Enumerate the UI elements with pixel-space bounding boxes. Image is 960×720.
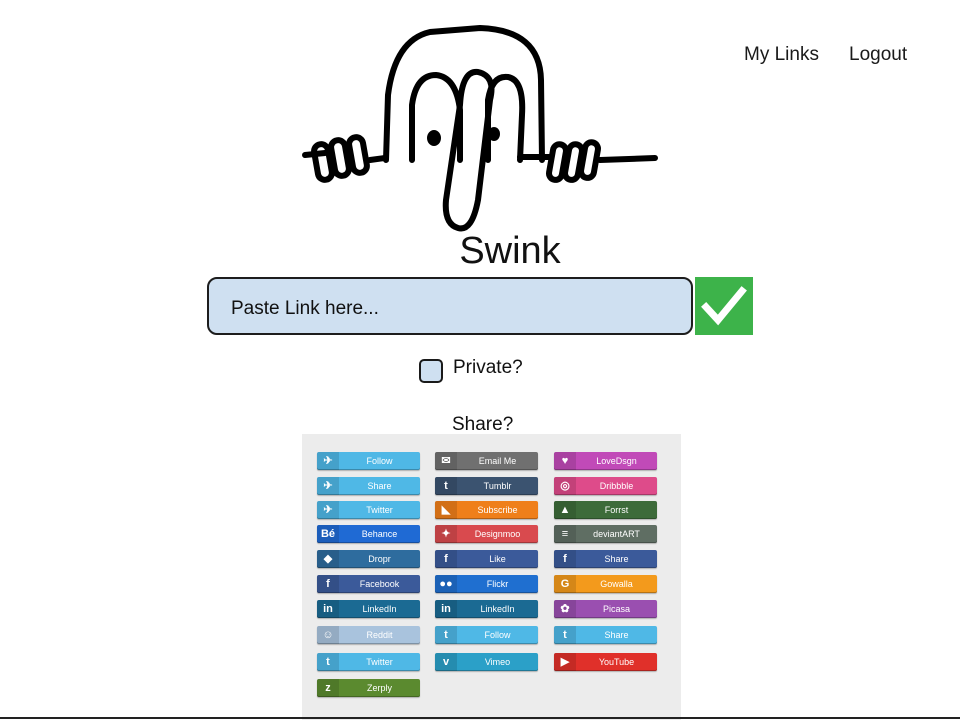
tumblr-icon: t <box>435 477 457 495</box>
twitter-bird-icon: ✈ <box>317 501 339 519</box>
share-button-label: Like <box>489 554 506 564</box>
share-button-label: Facebook <box>359 579 400 589</box>
share-button-vimeo[interactable]: v Vimeo <box>435 653 538 671</box>
share-button-share[interactable]: f Share <box>554 550 657 568</box>
share-button-linkedin[interactable]: in LinkedIn <box>435 600 538 618</box>
share-button-label: LoveDsgn <box>596 456 637 466</box>
brand-title: Swink <box>459 230 561 272</box>
share-button-like[interactable]: f Like <box>435 550 538 568</box>
share-button-label: Email Me <box>478 456 517 466</box>
dribbble-icon: ◎ <box>554 477 576 495</box>
share-button-label: Twitter <box>366 657 393 667</box>
youtube-icon: ▶ <box>554 653 576 671</box>
facebook-icon: f <box>554 550 576 568</box>
gowalla-icon: G <box>554 575 576 593</box>
share-button-youtube[interactable]: ▶ YouTube <box>554 653 657 671</box>
facebook-icon: f <box>317 575 339 593</box>
linkedin-icon: in <box>317 600 339 618</box>
share-button-label: Follow <box>484 630 511 640</box>
share-button-twitter[interactable]: ✈ Twitter <box>317 501 420 519</box>
share-button-label: LinkedIn <box>362 604 397 614</box>
share-button-twitter[interactable]: t Twitter <box>317 653 420 671</box>
share-button-follow[interactable]: ✈ Follow <box>317 452 420 470</box>
share-button-behance[interactable]: Bé Behance <box>317 525 420 543</box>
share-button-label: Share <box>604 630 629 640</box>
share-button-reddit[interactable]: ☺ Reddit <box>317 626 420 644</box>
twitter-icon: t <box>554 626 576 644</box>
share-button-flickr[interactable]: ●● Flickr <box>435 575 538 593</box>
share-button-label: Forrst <box>604 505 629 515</box>
checkmark-icon <box>701 286 747 326</box>
share-button-label: Flickr <box>486 579 509 589</box>
bottom-divider <box>0 717 960 719</box>
share-button-label: Behance <box>361 529 398 539</box>
logo-icon <box>302 25 658 232</box>
vimeo-icon: v <box>435 653 457 671</box>
share-button-designmoo[interactable]: ✦ Designmoo <box>435 525 538 543</box>
share-button-picasa[interactable]: ✿ Picasa <box>554 600 657 618</box>
designmoo-icon: ✦ <box>435 525 457 543</box>
share-button-label: Share <box>604 554 629 564</box>
share-button-dribbble[interactable]: ◎ Dribbble <box>554 477 657 495</box>
share-button-label: Designmoo <box>474 529 521 539</box>
share-button-label: Dropr <box>368 554 391 564</box>
share-button-label: LinkedIn <box>480 604 515 614</box>
share-button-label: Share <box>367 481 392 491</box>
share-button-linkedin[interactable]: in LinkedIn <box>317 600 420 618</box>
dropr-icon: ◆ <box>317 550 339 568</box>
share-button-dropr[interactable]: ◆ Dropr <box>317 550 420 568</box>
flickr-icon: ●● <box>435 575 457 593</box>
rss-icon: ◣ <box>435 501 457 519</box>
share-button-facebook[interactable]: f Facebook <box>317 575 420 593</box>
twitter-bird-icon: ✈ <box>317 477 339 495</box>
share-button-label: Reddit <box>366 630 393 640</box>
facebook-icon: f <box>435 550 457 568</box>
share-button-share[interactable]: ✈ Share <box>317 477 420 495</box>
share-button-label: Follow <box>366 456 393 466</box>
share-button-share[interactable]: t Share <box>554 626 657 644</box>
forrst-icon: ▲ <box>554 501 576 519</box>
share-button-label: Vimeo <box>484 657 511 667</box>
zerply-icon: z <box>317 679 339 697</box>
share-button-tumblr[interactable]: t Tumblr <box>435 477 538 495</box>
link-input[interactable] <box>207 277 693 335</box>
twitter-icon: t <box>435 626 457 644</box>
share-buttons-panel: ✈ Follow ✈ Share ✈ Twitter Bé Behance ◆ Dropr f Fac… <box>302 434 681 720</box>
linkedin-icon: in <box>435 600 457 618</box>
deviantart-icon: ≡ <box>554 525 576 543</box>
share-button-label: Subscribe <box>477 505 518 515</box>
share-button-deviantart[interactable]: ≡ deviantART <box>554 525 657 543</box>
picasa-icon: ✿ <box>554 600 576 618</box>
share-button-gowalla[interactable]: G Gowalla <box>554 575 657 593</box>
share-button-label: Twitter <box>366 505 393 515</box>
my-links-link[interactable]: My Links <box>744 44 819 66</box>
share-label: Share? <box>452 414 514 435</box>
share-button-label: Picasa <box>602 604 630 614</box>
share-button-subscribe[interactable]: ◣ Subscribe <box>435 501 538 519</box>
share-button-label: Tumblr <box>483 481 512 491</box>
share-button-email-me[interactable]: ✉ Email Me <box>435 452 538 470</box>
behance-icon: Bé <box>317 525 339 543</box>
reddit-icon: ☺ <box>317 626 339 644</box>
email-icon: ✉ <box>435 452 457 470</box>
share-button-label: Gowalla <box>600 579 633 589</box>
share-button-lovedsgn[interactable]: ♥ LoveDsgn <box>554 452 657 470</box>
share-button-zerply[interactable]: z Zerply <box>317 679 420 697</box>
private-checkbox[interactable] <box>419 359 443 383</box>
share-button-label: deviantART <box>593 529 640 539</box>
private-label: Private? <box>453 357 523 378</box>
share-button-follow[interactable]: t Follow <box>435 626 538 644</box>
logout-link[interactable]: Logout <box>849 44 907 66</box>
share-button-label: YouTube <box>598 657 635 667</box>
submit-button[interactable] <box>695 277 753 335</box>
share-button-label: Dribbble <box>599 481 634 491</box>
share-button-forrst[interactable]: ▲ Forrst <box>554 501 657 519</box>
heart-icon: ♥ <box>554 452 576 470</box>
share-button-label: Zerply <box>366 683 392 693</box>
twitter-icon: t <box>317 653 339 671</box>
twitter-bird-icon: ✈ <box>317 452 339 470</box>
